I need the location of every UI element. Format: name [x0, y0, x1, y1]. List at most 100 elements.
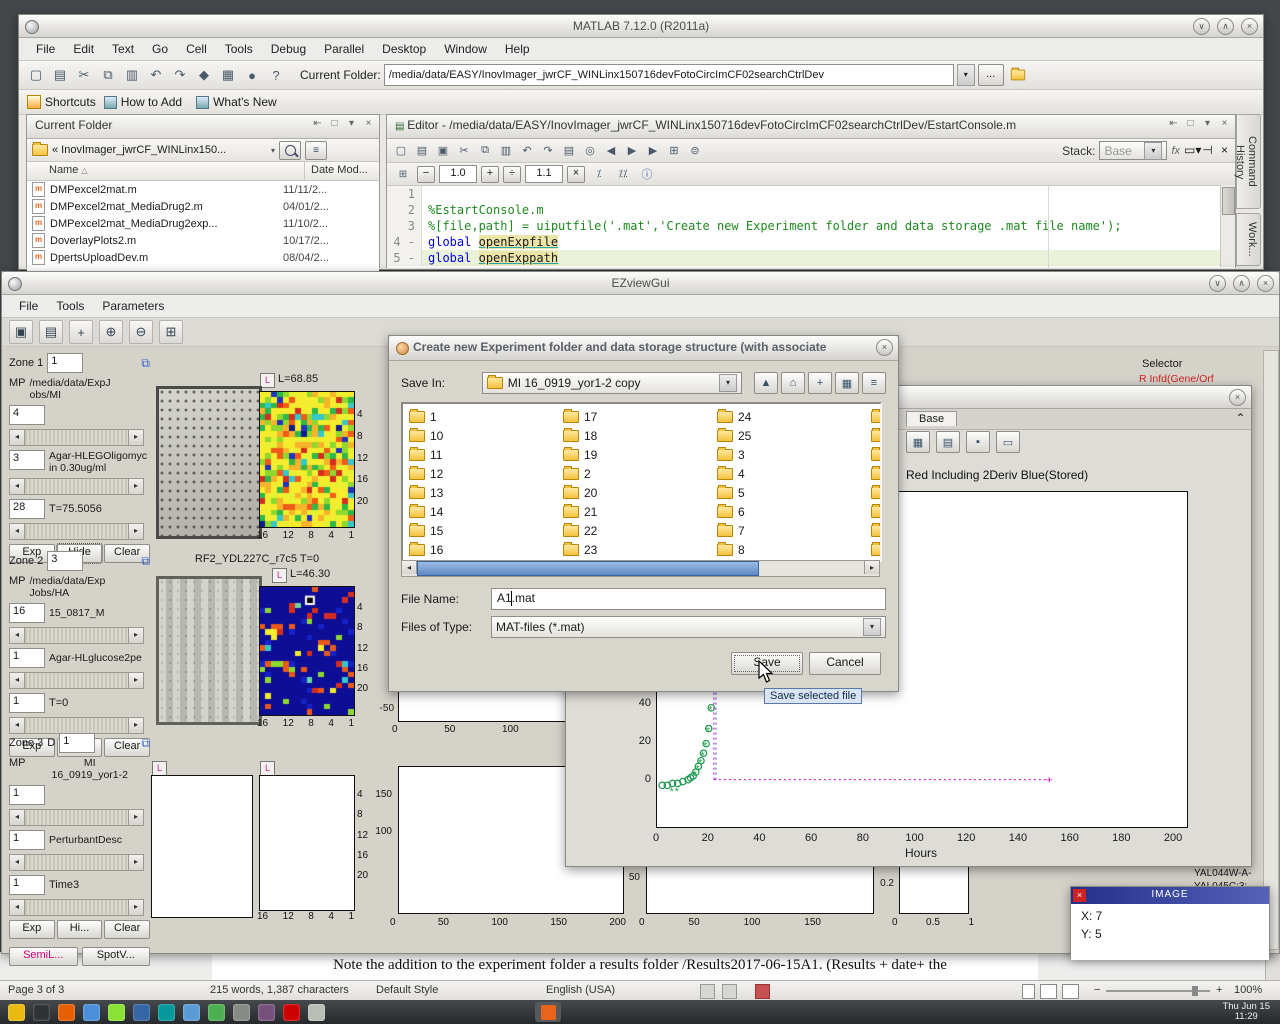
list-view-icon[interactable]: ≡ — [862, 372, 886, 394]
file-row[interactable]: DMPexcel2mat.m 11/11/2... — [27, 181, 379, 198]
zone1-heatmap-canvas[interactable] — [259, 391, 355, 528]
undock-icon[interactable]: ⇤ — [1167, 118, 1180, 131]
office-calc-icon[interactable] — [208, 1004, 225, 1021]
guide-icon[interactable]: ▦ — [217, 64, 239, 86]
file-manager-icon[interactable] — [83, 1004, 100, 1021]
clock[interactable]: Thu Jun 15 11:29 — [1222, 1002, 1270, 1023]
folder-item[interactable] — [871, 445, 882, 464]
code-line[interactable]: 2%EstartConsole.m — [387, 202, 1235, 218]
folder-item[interactable] — [871, 540, 882, 559]
zone2-field1[interactable]: 16 — [9, 603, 45, 623]
folder-item[interactable]: 15 — [409, 521, 443, 540]
folder-item[interactable]: 11 — [409, 445, 443, 464]
active-window-button[interactable] — [535, 1002, 561, 1022]
breadcrumb[interactable]: « InovImager_jwrCF_WINLinx150... — [52, 144, 267, 156]
close-button[interactable] — [1257, 275, 1274, 292]
shortcut-item[interactable]: What's New — [196, 95, 277, 109]
minimize-button[interactable] — [1193, 18, 1210, 35]
folder-item[interactable]: 19 — [563, 445, 597, 464]
folder-item[interactable]: 12 — [409, 464, 443, 483]
save-icon[interactable]: ▣ — [9, 320, 33, 344]
zone3-hide-button[interactable]: Hi... — [57, 920, 103, 939]
editor-close-icon[interactable]: × — [1218, 144, 1231, 157]
text-editor-icon[interactable] — [108, 1004, 125, 1021]
new-script-icon[interactable]: ▢ — [391, 141, 411, 161]
folder-item[interactable]: 23 — [563, 540, 597, 559]
menu-item[interactable]: Parallel — [315, 39, 373, 59]
scrollbar-thumb[interactable] — [1222, 187, 1235, 215]
increase-value-button[interactable]: + — [481, 166, 499, 183]
file-row[interactable]: DMPexcel2mat_MediaDrug2.m 04/01/2... — [27, 198, 379, 215]
search-icon[interactable] — [279, 141, 301, 160]
folder-item[interactable]: 13 — [409, 483, 443, 502]
undo-icon[interactable]: ↶ — [517, 141, 537, 161]
zone3-right-l-toggle[interactable]: L — [260, 761, 275, 776]
panel-menu-icon[interactable]: ▾ — [1201, 118, 1214, 131]
cancel-button[interactable]: Cancel — [809, 652, 881, 675]
folder-item[interactable]: 20 — [563, 483, 597, 502]
maximize-panel-icon[interactable]: □ — [328, 118, 341, 131]
word-count[interactable]: 215 words, 1,387 characters — [210, 984, 349, 996]
matlab-titlebar[interactable]: MATLAB 7.12.0 (R2011a) — [19, 15, 1263, 38]
ezviewgui-scrollbar[interactable] — [1263, 350, 1279, 950]
folder-item[interactable]: 22 — [563, 521, 597, 540]
undo-icon[interactable]: ↶ — [145, 64, 167, 86]
page-indicator[interactable]: Page 3 of 3 — [8, 984, 64, 996]
folder-list-scrollbar[interactable] — [401, 560, 880, 577]
multiply-value-button[interactable]: × — [567, 166, 585, 183]
menu-item[interactable]: Tools — [47, 296, 93, 316]
selection-mode-icon[interactable] — [700, 984, 715, 999]
paste-icon[interactable]: ▥ — [121, 64, 143, 86]
table-icon[interactable]: ▤ — [936, 431, 960, 453]
zone1-slider2[interactable] — [9, 478, 144, 495]
folder-item[interactable]: 7 — [717, 521, 751, 540]
folder-item[interactable]: 10 — [409, 426, 443, 445]
folder-list[interactable]: 110111213141516 171819220212223 24253456… — [401, 402, 882, 562]
zone1-index-field[interactable]: 1 — [47, 353, 83, 373]
zone2-heatmap-canvas[interactable] — [259, 586, 355, 716]
folder-item[interactable]: 14 — [409, 502, 443, 521]
gimp-icon[interactable] — [233, 1004, 250, 1021]
page-style[interactable]: Default Style — [376, 984, 438, 996]
zone2-field3[interactable]: 1 — [9, 693, 45, 713]
folder-item[interactable]: 8 — [717, 540, 751, 559]
zone1-plate-image[interactable] — [156, 386, 262, 539]
zone3-left-plot[interactable] — [151, 775, 253, 918]
panel-menu-icon[interactable]: ▾ — [345, 118, 358, 131]
system-monitor-icon[interactable] — [283, 1004, 300, 1021]
folder-dropdown-icon[interactable] — [957, 64, 975, 86]
zone3-field3[interactable]: 1 — [9, 875, 45, 895]
zoom-level[interactable]: 100% — [1234, 984, 1262, 996]
column-header-date[interactable]: Date Mod... — [305, 162, 368, 180]
close-button[interactable] — [1229, 389, 1246, 406]
browse-folder-button[interactable]: ... — [978, 64, 1004, 86]
menu-item[interactable]: Text — [103, 39, 143, 59]
folder-item[interactable]: 1 — [409, 407, 443, 426]
folder-item[interactable]: 18 — [563, 426, 597, 445]
redo-icon[interactable]: ↷ — [169, 64, 191, 86]
zone3-exp-button[interactable]: Exp — [9, 920, 55, 939]
semilog-button[interactable]: SemiL... — [9, 947, 78, 966]
file-row[interactable]: DMPexcel2mat_MediaDrug2exp... 11/10/2... — [27, 215, 379, 232]
zone3-left-l-toggle[interactable]: L — [152, 761, 167, 776]
zone2-index-field[interactable]: 3 — [47, 551, 83, 571]
cut-icon[interactable]: ✂ — [73, 64, 95, 86]
zone3-clear-button[interactable]: Clear — [104, 920, 150, 939]
file-row[interactable]: DpertsUploadDev.m 08/04/2... — [27, 249, 379, 266]
book-view-icon[interactable] — [1062, 984, 1079, 999]
folder-item[interactable]: 24 — [717, 407, 751, 426]
zone3-right-plot[interactable] — [259, 775, 355, 911]
decrease-value-button[interactable]: − — [417, 166, 435, 183]
column-header-name[interactable]: Name △ — [27, 162, 305, 180]
dialog-titlebar[interactable]: Create new Experiment folder and data st… — [389, 336, 898, 361]
folder-item[interactable] — [871, 502, 882, 521]
open-icon[interactable]: ▤ — [412, 141, 432, 161]
folder-item[interactable] — [871, 521, 882, 540]
menu-item[interactable]: Help — [496, 39, 539, 59]
folder-item[interactable] — [871, 426, 882, 445]
copy-icon[interactable]: ⧉ — [97, 64, 119, 86]
zoom-in-icon[interactable]: ⊕ — [99, 320, 123, 344]
publish-icon[interactable]: ⊞ — [664, 141, 684, 161]
menu-item[interactable]: Tools — [216, 39, 262, 59]
folder-item[interactable]: 3 — [717, 445, 751, 464]
